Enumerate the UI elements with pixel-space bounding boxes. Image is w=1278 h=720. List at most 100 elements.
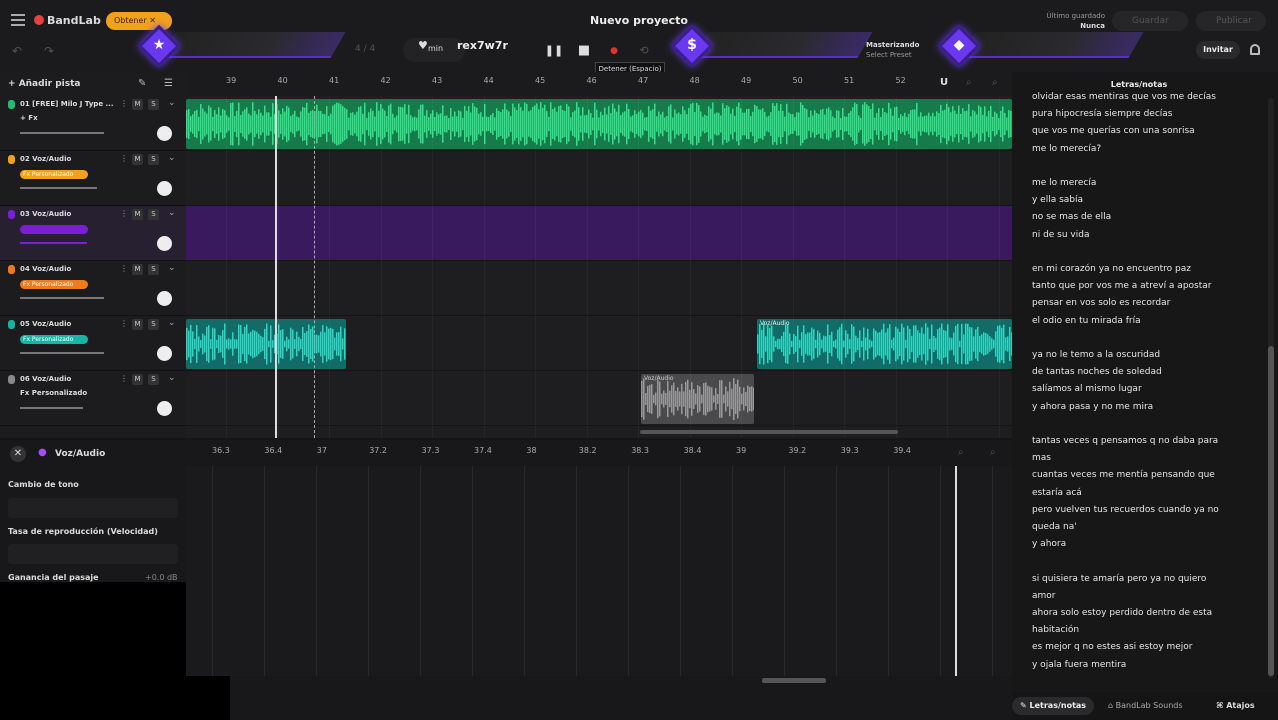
tab-lyrics[interactable]: ✎ Letras/notas [1012,697,1095,715]
volume-slider[interactable] [20,297,104,299]
mute-button[interactable]: M [132,154,143,165]
waveform-bar [770,111,772,137]
add-track-button[interactable]: + Añadir pista [8,79,81,89]
editor-ruler[interactable] [186,442,1012,462]
bell-icon[interactable] [1250,44,1260,55]
track-name[interactable]: 04 Voz/Audio [20,265,71,273]
track-header[interactable]: 02 Voz/Audio ⋮ M S ⌄ Fx Personalizado [0,151,186,206]
pitch-field[interactable] [8,498,178,518]
more-icon[interactable]: ⋮ [120,319,128,328]
volume-slider[interactable] [20,187,97,189]
volume-slider[interactable] [20,352,104,354]
fx-badge[interactable]: Fx Personalizado [20,335,88,344]
solo-button[interactable]: S [148,319,159,330]
solo-button[interactable]: S [148,264,159,275]
fx-badge[interactable]: Fx Personalizado [20,170,88,179]
time-signature[interactable]: 4 / 4 [355,44,375,54]
rate-field[interactable] [8,544,178,564]
chevron-down-icon[interactable]: ⌄ [168,263,176,273]
pan-knob[interactable] [157,346,172,361]
loop-icon[interactable]: ⟲ [634,41,654,61]
pan-knob[interactable] [157,401,172,416]
chevron-down-icon[interactable]: ⌄ [168,373,176,383]
bandlab-logo[interactable]: BandLab [34,14,101,27]
editor-zoom-in-icon[interactable]: ⌕ [990,447,996,458]
solo-button[interactable]: S [148,374,159,385]
more-icon[interactable]: ⋮ [120,99,128,108]
loop-marker[interactable] [314,96,315,438]
project-title[interactable]: Nuevo proyecto [560,14,718,27]
redo-icon[interactable]: ↷ [44,44,54,58]
track-header[interactable]: 04 Voz/Audio ⋮ M S ⌄ Fx Personalizado [0,261,186,316]
key-label[interactable]: rex7w7r [457,39,508,52]
mute-button[interactable]: M [132,264,143,275]
track-name[interactable]: 03 Voz/Audio [20,210,71,218]
fx-badge[interactable]: Fx Personalizado [20,280,88,289]
track-name[interactable]: 06 Voz/Audio [20,375,71,383]
pan-knob[interactable] [157,181,172,196]
solo-button[interactable]: S [148,154,159,165]
fx-label[interactable]: + Fx [20,114,38,122]
record-icon[interactable]: ● [604,41,624,61]
arrange-scrollbar[interactable] [640,430,898,434]
track-name[interactable]: 01 [FREE] Milo J Type ... [20,100,113,108]
fx-label[interactable]: Fx Personalizado [20,389,87,397]
more-icon[interactable]: ⋮ [120,209,128,218]
track-header[interactable]: 01 [FREE] Milo J Type ... ⋮ M S ⌄ + Fx [0,96,186,151]
mute-button[interactable]: M [132,374,143,385]
solo-button[interactable]: S [148,209,159,220]
chevron-down-icon[interactable]: ⌄ [168,98,176,108]
heart-icon[interactable]: ♥ [418,39,428,52]
undo-icon[interactable]: ↶ [12,44,22,58]
chevron-down-icon[interactable]: ⌄ [168,318,176,328]
arrangement-area[interactable]: Voz/Audio Voz/Audio [186,96,1012,438]
editor-zoom-out-icon[interactable]: ⌕ [958,447,964,458]
clip-track6[interactable]: Voz/Audio [641,374,754,424]
zoom-in-icon[interactable]: ⌕ [992,77,998,88]
more-icon[interactable]: ⋮ [120,264,128,273]
pause-icon[interactable]: ❚❚ [544,41,564,61]
track-header[interactable]: 05 Voz/Audio ⋮ M S ⌄ Fx Personalizado [0,316,186,371]
close-editor-icon[interactable]: ✕ [10,446,26,462]
track-header[interactable]: 06 Voz/Audio ⋮ M S ⌄ Fx Personalizado [0,371,186,426]
gain-value[interactable]: +0.0 dB [145,573,178,582]
save-button[interactable]: Guardar [1112,11,1188,31]
magnet-icon[interactable]: U [940,77,948,88]
invite-button[interactable]: Invitar [1196,41,1240,59]
pencil-icon[interactable]: ✎ [138,78,146,89]
more-icon[interactable]: ⋮ [120,374,128,383]
clip-track5-a[interactable] [186,319,346,369]
chevron-down-icon[interactable]: ⌄ [168,208,176,218]
more-icon[interactable]: ⋮ [120,154,128,163]
solo-button[interactable]: S [148,99,159,110]
zoom-out-icon[interactable]: ⌕ [966,77,972,88]
mute-button[interactable]: M [132,209,143,220]
chevron-down-icon[interactable]: ⌄ [168,153,176,163]
stop-icon[interactable]: ■ [574,41,594,61]
tab-bandlab-sounds[interactable]: ⌂ BandLab Sounds [1100,697,1191,715]
editor-scrollbar[interactable] [762,678,826,683]
menu-icon[interactable] [11,14,25,26]
tab-shortcuts[interactable]: ⌘ Atajos [1208,697,1263,715]
editor-cursor[interactable] [955,466,957,676]
clip-track1[interactable] [186,99,1012,149]
lyrics-scroll-thumb[interactable] [1268,346,1274,676]
pan-knob[interactable] [157,126,172,141]
fx-badge[interactable] [20,225,88,234]
editor-grid[interactable] [186,466,1012,676]
timeline-ruler[interactable] [186,72,1012,96]
clip-track5-b[interactable]: Voz/Audio [757,319,1012,369]
track-name[interactable]: 02 Voz/Audio [20,155,71,163]
mastering-control[interactable]: Masterizando Select Preset [866,40,919,60]
publish-button[interactable]: Publicar [1196,11,1266,31]
track-settings-icon[interactable]: ☰ [164,78,173,89]
volume-slider[interactable] [20,132,104,134]
volume-slider[interactable] [20,242,87,244]
pan-knob[interactable] [157,291,172,306]
track-name[interactable]: 05 Voz/Audio [20,320,71,328]
track-header[interactable]: 03 Voz/Audio ⋮ M S ⌄ [0,206,186,261]
volume-slider[interactable] [20,407,83,409]
pan-knob[interactable] [157,236,172,251]
mute-button[interactable]: M [132,99,143,110]
mute-button[interactable]: M [132,319,143,330]
